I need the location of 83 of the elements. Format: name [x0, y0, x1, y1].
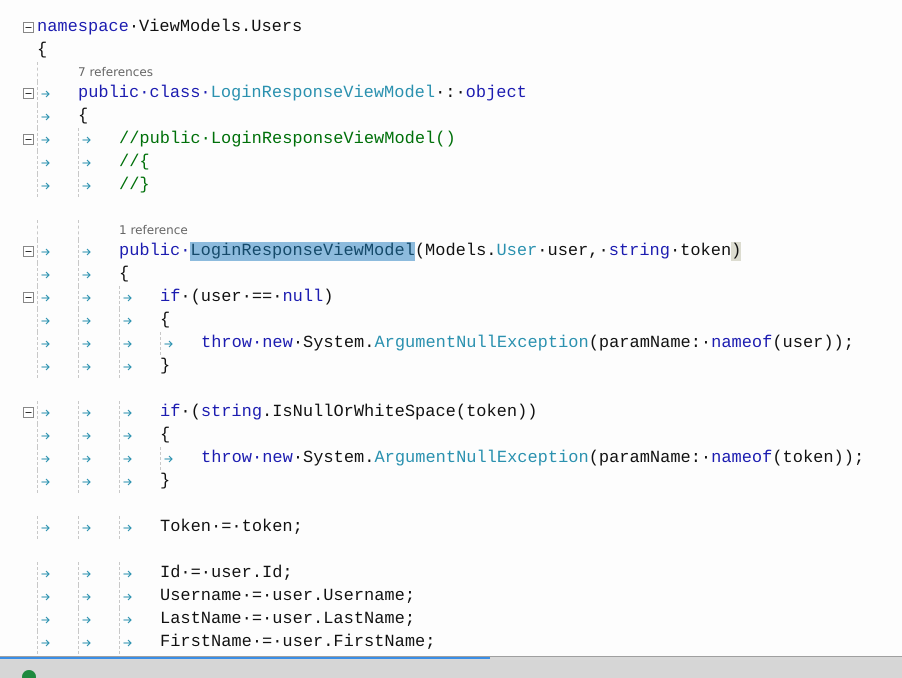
tab-arrow-icon — [41, 90, 50, 98]
tab-arrow-icon — [82, 182, 91, 190]
tab-arrow-icon — [41, 408, 50, 416]
tab-arrow-icon — [123, 408, 132, 416]
tab-arrow-icon — [41, 432, 50, 440]
tab-arrow-icon — [123, 524, 132, 532]
tab-arrow-icon — [82, 248, 91, 256]
tab-arrow-icon — [123, 454, 132, 462]
tab-arrow-icon — [82, 524, 91, 532]
tab-arrow-icon — [82, 316, 91, 324]
tab-arrow-icon — [82, 294, 91, 302]
tab-arrow-icon — [41, 270, 50, 278]
code-line: } — [160, 356, 170, 378]
code-line: { — [160, 310, 170, 332]
tab-arrow-icon — [82, 616, 91, 624]
code-line: Username·=·user.Username; — [160, 586, 416, 608]
tab-arrow-icon — [41, 112, 50, 120]
tab-arrow-icon — [41, 616, 50, 624]
tab-arrow-icon — [82, 638, 91, 646]
code-line: if·(string.IsNullOrWhiteSpace(token)) — [160, 402, 538, 424]
code-line: throw·new·System.ArgumentNullException(paramName:·nameof(user)); — [201, 333, 854, 355]
code-line: LastName·=·user.LastName; — [160, 609, 416, 631]
code-line: public·class·LoginResponseViewModel·:·object — [78, 83, 527, 105]
code-line: if·(user·==·null) — [160, 287, 334, 309]
code-line: } — [160, 471, 170, 493]
collapse-icon[interactable] — [23, 407, 34, 418]
tab-arrow-icon — [41, 478, 50, 486]
tab-arrow-icon — [123, 362, 132, 370]
code-line: //public·LoginResponseViewModel() — [119, 129, 456, 151]
tab-arrow-icon — [123, 294, 132, 302]
code-line: { — [160, 425, 170, 447]
tab-arrow-icon — [82, 158, 91, 166]
codelens-reference-count[interactable]: 1 reference — [119, 223, 188, 237]
tab-arrow-icon — [82, 136, 91, 144]
tab-arrow-icon — [82, 454, 91, 462]
tab-arrow-icon — [82, 362, 91, 370]
tab-arrow-icon — [82, 432, 91, 440]
tab-arrow-icon — [41, 638, 50, 646]
code-line: Token·=·token; — [160, 517, 303, 539]
tab-arrow-icon — [82, 340, 91, 348]
tab-arrow-icon — [82, 570, 91, 578]
tab-arrow-icon — [41, 182, 50, 190]
code-line: namespace·ViewModels.Users — [37, 17, 302, 39]
code-line: public·LoginResponseViewModel(Models.User·user,·string·token) — [119, 241, 742, 263]
tab-arrow-icon — [164, 340, 173, 348]
tab-arrow-icon — [82, 478, 91, 486]
code-line: { — [37, 40, 48, 62]
tab-arrow-icon — [123, 432, 132, 440]
tab-arrow-icon — [41, 340, 50, 348]
collapse-icon[interactable] — [23, 22, 34, 33]
tab-arrow-icon — [41, 158, 50, 166]
tab-arrow-icon — [41, 248, 50, 256]
code-line: //} — [119, 175, 150, 197]
tab-arrow-icon — [41, 570, 50, 578]
collapse-icon[interactable] — [23, 88, 34, 99]
code-line: { — [119, 264, 130, 286]
tab-arrow-icon — [41, 316, 50, 324]
code-line: { — [78, 106, 88, 128]
code-line: //{ — [119, 152, 150, 174]
tab-arrow-icon — [41, 454, 50, 462]
tab-arrow-icon — [82, 270, 91, 278]
tab-arrow-icon — [123, 570, 132, 578]
collapse-icon[interactable] — [23, 246, 34, 257]
tab-arrow-icon — [41, 136, 50, 144]
tab-arrow-icon — [41, 294, 50, 302]
tab-arrow-icon — [123, 592, 132, 600]
code-line: throw·new·System.ArgumentNullException(paramName:·nameof(token)); — [201, 448, 864, 470]
tab-arrow-icon — [82, 408, 91, 416]
tab-arrow-icon — [41, 524, 50, 532]
tab-arrow-icon — [41, 362, 50, 370]
collapse-icon[interactable] — [23, 292, 34, 303]
tab-arrow-icon — [41, 592, 50, 600]
code-line: FirstName·=·user.FirstName; — [160, 632, 436, 654]
tab-arrow-icon — [123, 616, 132, 624]
tab-arrow-icon — [82, 592, 91, 600]
tab-arrow-icon — [123, 638, 132, 646]
code-line: Id·=·user.Id; — [160, 563, 293, 585]
tab-arrow-icon — [123, 340, 132, 348]
codelens-reference-count[interactable]: 7 references — [78, 65, 153, 79]
tab-arrow-icon — [123, 316, 132, 324]
tab-arrow-icon — [164, 454, 173, 462]
collapse-icon[interactable] — [23, 134, 34, 145]
tab-arrow-icon — [123, 478, 132, 486]
